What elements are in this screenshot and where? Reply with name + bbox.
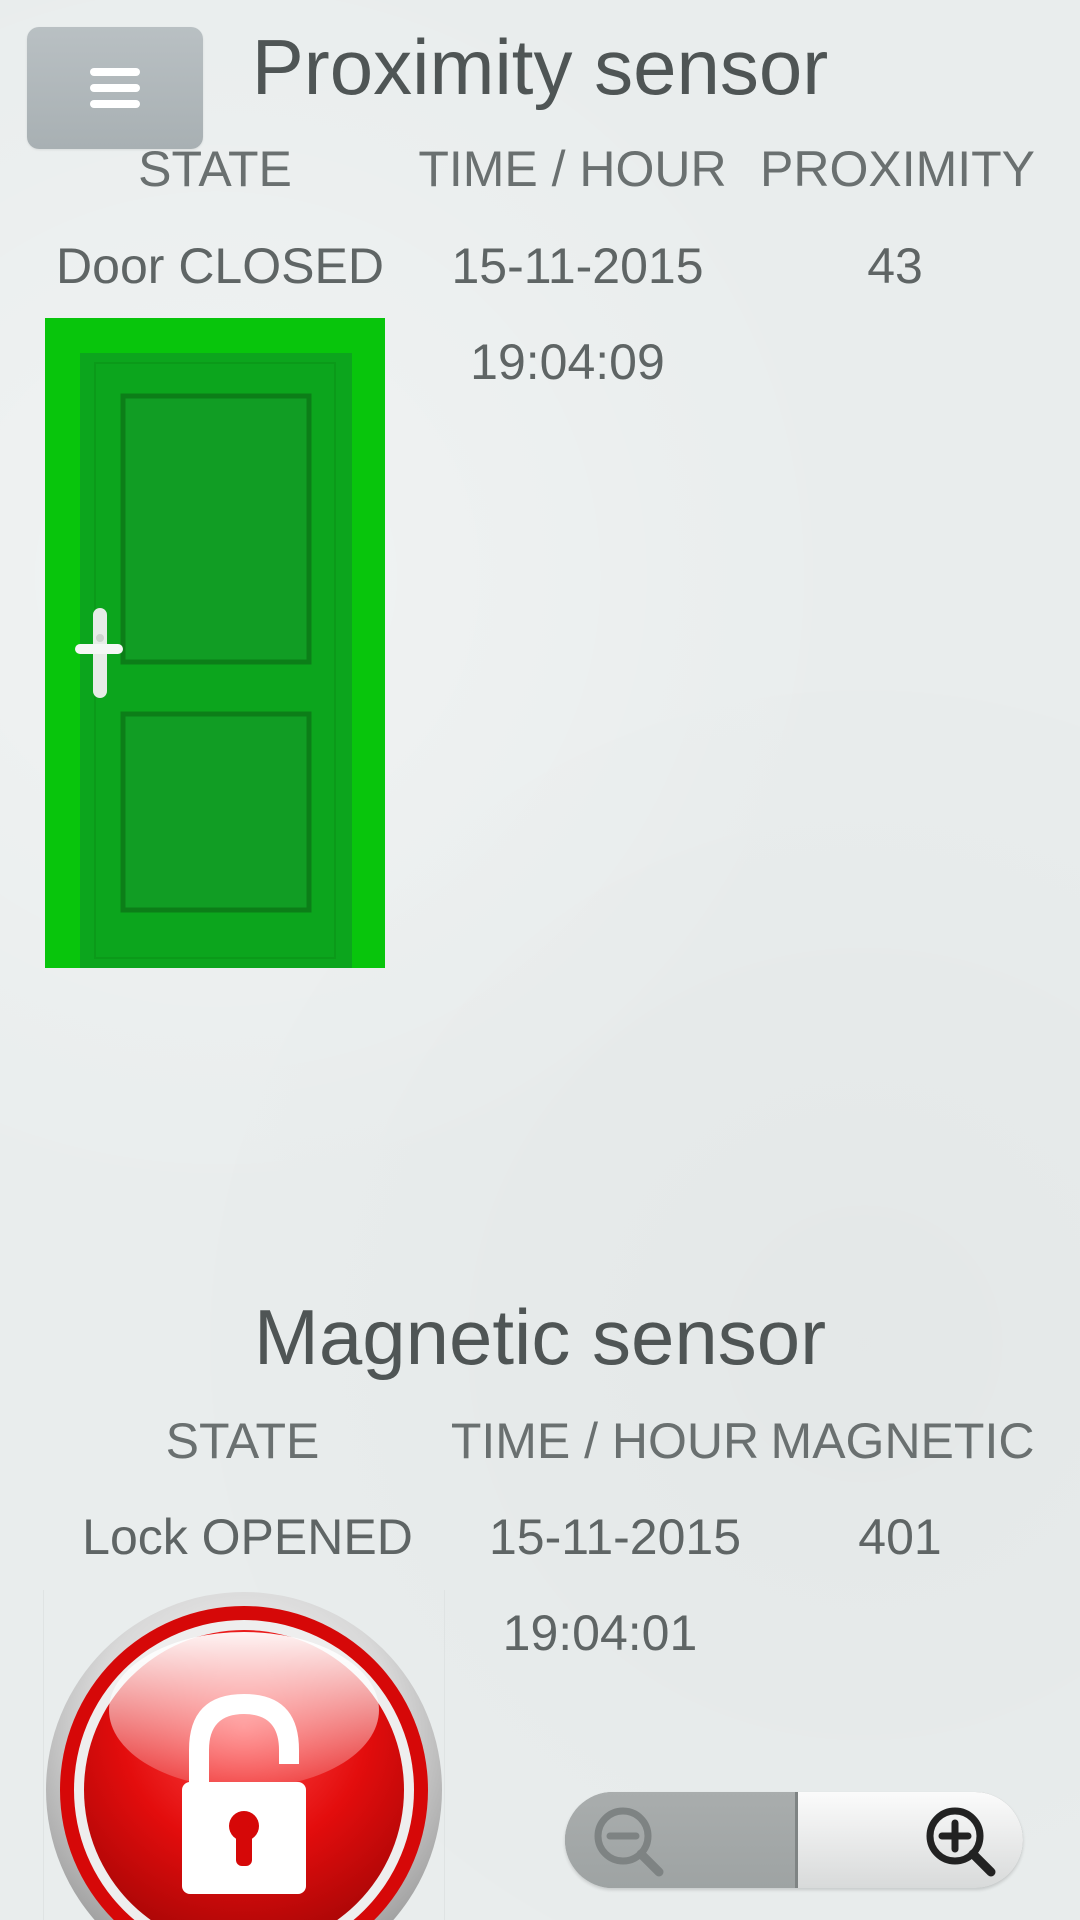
magnetic-state-header: STATE bbox=[165, 1413, 320, 1469]
zoom-in-icon bbox=[926, 1807, 996, 1877]
proximity-value: 43 bbox=[867, 238, 923, 294]
proximity-time-header: TIME / HOUR bbox=[418, 141, 727, 197]
proximity-time-value: 19:04:09 bbox=[470, 334, 665, 390]
green-door-icon bbox=[45, 318, 385, 968]
magnetic-time-value: 19:04:01 bbox=[502, 1605, 698, 1661]
proximity-state-header: STATE bbox=[138, 141, 292, 197]
magnetic-value-header: MAGNETIC bbox=[770, 1413, 1035, 1469]
zoom-in-button[interactable] bbox=[795, 1792, 1023, 1888]
zoom-out-icon bbox=[594, 1807, 664, 1877]
magnetic-state-value: Lock OPENED bbox=[82, 1509, 413, 1565]
proximity-section-title: Proximity sensor bbox=[251, 23, 829, 111]
zoom-control bbox=[565, 1792, 1023, 1888]
proximity-date-value: 15-11-2015 bbox=[451, 238, 704, 294]
lock-status-frame bbox=[43, 1590, 445, 1920]
magnetic-date-value: 15-11-2015 bbox=[488, 1509, 742, 1565]
magnetic-value: 401 bbox=[858, 1509, 942, 1565]
zoom-out-button[interactable] bbox=[565, 1792, 795, 1888]
proximity-state-value: Door CLOSED bbox=[56, 238, 384, 294]
proximity-value-header: PROXIMITY bbox=[760, 141, 1036, 197]
magnetic-section-title: Magnetic sensor bbox=[253, 1293, 827, 1381]
magnetic-time-header: TIME / HOUR bbox=[450, 1413, 760, 1469]
